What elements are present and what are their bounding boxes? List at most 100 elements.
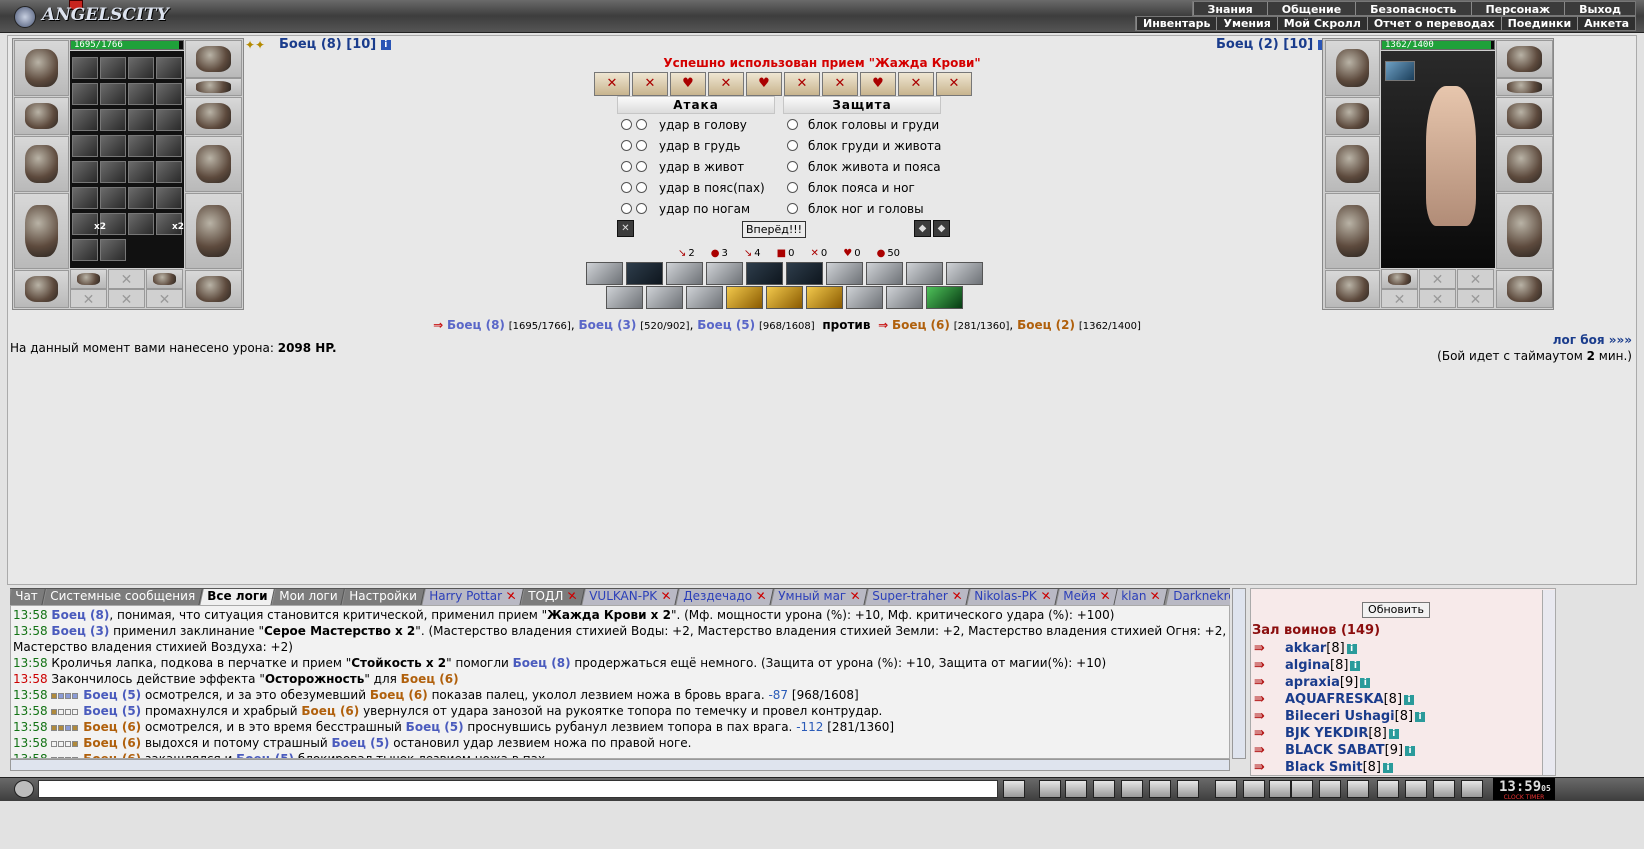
fighter-name[interactable]: Боец (8) [447, 318, 505, 332]
user-list-item[interactable]: ⇛ apraxia[9] i [1254, 675, 1371, 692]
inventory-item[interactable] [156, 161, 182, 183]
bracers-slot[interactable] [14, 97, 69, 135]
user-name[interactable]: BLACK SABAT [1285, 743, 1385, 758]
chat-tab[interactable]: Darknekromancer✕ [1165, 589, 1230, 605]
fighter-name[interactable]: Боец (8) [513, 656, 571, 670]
attack-radio-1[interactable] [621, 161, 632, 172]
user-action-icon[interactable]: ⇛ [1254, 658, 1278, 673]
close-tab-icon[interactable]: ✕ [755, 589, 768, 604]
chat-tab[interactable]: Системные сообщения [42, 589, 203, 605]
attack-radio-2[interactable] [636, 182, 647, 193]
info-icon[interactable]: i [1388, 729, 1399, 739]
inventory-item[interactable] [156, 83, 182, 105]
fighter-name[interactable]: Боец (5) [406, 720, 464, 734]
defense-option[interactable]: блок живота и пояса [787, 158, 941, 178]
inventory-item[interactable] [128, 213, 154, 235]
amulet-slot[interactable] [1496, 78, 1553, 96]
chat-tab[interactable]: Мои логи [272, 589, 346, 605]
fighter-name[interactable]: Боец (8) [51, 608, 109, 622]
emblem-icon[interactable] [1243, 780, 1265, 798]
user-name[interactable]: akkar [1285, 641, 1326, 656]
inventory-item[interactable] [72, 161, 98, 183]
defense-radio[interactable] [787, 119, 798, 130]
info-icon[interactable]: i [1346, 644, 1357, 654]
spell-scroll-icon[interactable] [822, 72, 858, 96]
belt-slot[interactable] [1325, 270, 1380, 308]
submenu-inventory[interactable]: Инвентарь [1136, 17, 1216, 30]
user-action-icon[interactable]: ⇛ [1254, 709, 1278, 724]
inventory-item[interactable] [72, 135, 98, 157]
earring-slot[interactable] [70, 269, 107, 289]
chat-tab[interactable]: Все логи [199, 589, 275, 605]
inventory-item[interactable] [100, 187, 126, 209]
weapon-slot[interactable] [14, 136, 69, 192]
user-name[interactable]: Black Smit [1285, 760, 1363, 775]
skill-icon[interactable] [806, 286, 843, 309]
empty-slot[interactable] [1419, 289, 1456, 308]
spell-scroll-icon[interactable] [632, 72, 668, 96]
close-tab-icon[interactable]: ✕ [1039, 589, 1052, 604]
skill-icon[interactable] [866, 262, 903, 285]
skill-icon[interactable] [926, 286, 963, 309]
attack-radio-1[interactable] [621, 182, 632, 193]
save-icon[interactable] [1093, 780, 1115, 798]
user-name[interactable]: apraxia [1285, 675, 1340, 690]
chat-tab[interactable]: Harry Pottar ✕ [422, 589, 524, 605]
user-action-icon[interactable]: ⇛ [1254, 743, 1278, 758]
defense-option[interactable]: блок пояса и ног [787, 179, 915, 199]
inventory-item[interactable] [100, 161, 126, 183]
armor-slot[interactable] [14, 193, 69, 269]
inventory-item[interactable] [100, 83, 126, 105]
user-list-item[interactable]: ⇛ BLACK SABAT[9] i [1254, 743, 1416, 760]
defense-radio[interactable] [787, 182, 798, 193]
inventory-item[interactable] [72, 187, 98, 209]
info-icon[interactable]: i [1350, 661, 1361, 671]
inventory-item[interactable] [100, 239, 126, 261]
defense-option[interactable]: блок груди и живота [787, 137, 941, 157]
chat-tab[interactable]: Мейя ✕ [1055, 589, 1118, 605]
gift-icon[interactable] [1405, 780, 1427, 798]
attack-radio-2[interactable] [636, 119, 647, 130]
inventory-item[interactable] [72, 109, 98, 131]
attack-option[interactable]: удар в голову [621, 116, 747, 136]
chat-input[interactable] [38, 780, 998, 798]
fighter-name[interactable]: Боец (3) [578, 318, 636, 332]
mail-icon[interactable] [1461, 780, 1483, 798]
skill-icon[interactable] [646, 286, 683, 309]
user-name[interactable]: algina [1285, 658, 1330, 673]
inventory-item[interactable] [128, 135, 154, 157]
menu-exit[interactable]: Выход [1564, 2, 1635, 16]
info-icon[interactable]: i [1404, 695, 1415, 705]
submenu-profile[interactable]: Анкета [1577, 17, 1635, 30]
user-action-icon[interactable]: ⇛ [1254, 760, 1278, 775]
filter-icon[interactable] [1065, 780, 1087, 798]
close-tab-icon[interactable]: ✕ [566, 589, 579, 604]
skill-icon[interactable] [886, 286, 923, 309]
skill-icon[interactable] [906, 262, 943, 285]
empty-slot[interactable] [1457, 269, 1494, 289]
defense-shield-icon-2[interactable]: ◆ [933, 220, 950, 237]
empty-slot[interactable] [1457, 289, 1494, 308]
right-character-avatar[interactable] [1381, 51, 1495, 268]
user-list-item[interactable]: ⇛ algina[8] i [1254, 658, 1361, 675]
chat-tab[interactable]: ТОДЛ ✕ [521, 589, 585, 605]
skill-icon[interactable] [846, 286, 883, 309]
chat-tab[interactable]: Умный маг ✕ [771, 589, 869, 605]
skill-icon[interactable] [706, 262, 743, 285]
skill-icon[interactable] [826, 262, 863, 285]
weapon-slot[interactable] [1325, 136, 1380, 192]
gloves-slot[interactable] [1496, 97, 1553, 135]
smiley-icon[interactable] [1215, 780, 1237, 798]
skill-icon[interactable] [786, 262, 823, 285]
smiley-menu-icon[interactable] [14, 780, 34, 798]
skill-icon[interactable] [746, 262, 783, 285]
empty-slot[interactable] [108, 289, 145, 308]
info-icon[interactable]: i [380, 40, 391, 50]
defense-radio[interactable] [787, 203, 798, 214]
bracers-slot[interactable] [1325, 97, 1380, 135]
empty-slot[interactable] [1419, 269, 1456, 289]
info-icon[interactable]: i [1415, 712, 1426, 722]
fighter-name[interactable]: Боец (5) [697, 318, 755, 332]
leggings-slot[interactable] [185, 193, 242, 269]
fighter-icon[interactable] [1121, 780, 1143, 798]
